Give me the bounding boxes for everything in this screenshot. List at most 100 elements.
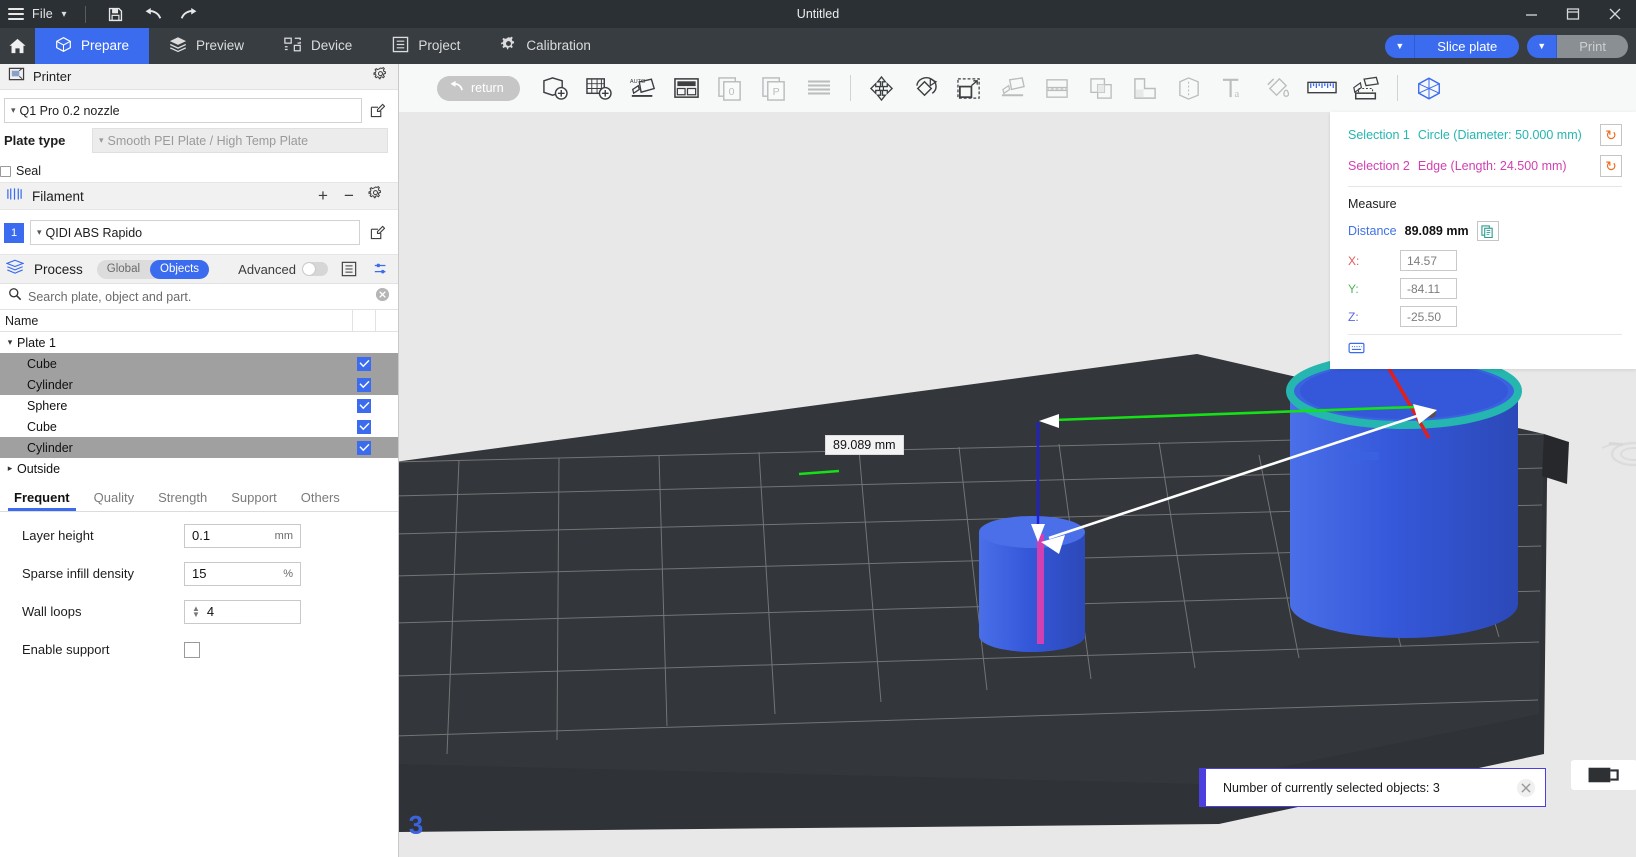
axis-z-row: Z: -25.50 (1348, 306, 1622, 327)
tree-row-cube-2[interactable]: Cube (0, 416, 398, 437)
copy-icon[interactable] (1477, 221, 1499, 241)
selection-1-value: Circle (Diameter: 50.000 mm) (1418, 128, 1582, 142)
tab-preview[interactable]: Preview (149, 28, 264, 64)
slice-plate-button[interactable]: ▼ Slice plate (1385, 35, 1519, 58)
axis-y-value[interactable]: -84.11 (1400, 278, 1457, 299)
close-icon[interactable] (1594, 0, 1636, 28)
seal-checkbox[interactable] (0, 166, 11, 177)
filament-select[interactable]: ▾ QIDI ABS Rapido (30, 220, 360, 245)
auto-arrange-icon[interactable]: AUTO (622, 65, 664, 111)
tab-frequent[interactable]: Frequent (2, 490, 82, 511)
3d-viewport[interactable]: 3 (399, 64, 1636, 857)
filament-index[interactable]: 1 (4, 223, 24, 243)
tab-calibration[interactable]: Calibration (480, 28, 611, 64)
measure-icon[interactable] (1301, 65, 1343, 111)
gear-icon[interactable] (362, 186, 388, 206)
slice-plate-label[interactable]: Slice plate (1415, 35, 1519, 58)
view-arrow-icon[interactable] (1343, 444, 1383, 468)
rotate-icon[interactable] (905, 65, 947, 111)
simplify-icon[interactable] (1408, 65, 1450, 111)
segment-global[interactable]: Global (97, 260, 150, 279)
tab-strength[interactable]: Strength (146, 490, 219, 511)
chevron-down-icon[interactable]: ▾ (56, 9, 72, 20)
add-plate-icon[interactable] (578, 65, 620, 111)
tab-label: Prepare (81, 39, 129, 53)
sparse-infill-input[interactable]: 15 % (184, 562, 301, 586)
keyboard-icon[interactable] (1348, 341, 1365, 358)
gear-icon[interactable] (373, 67, 388, 87)
search-input[interactable]: Search plate, object and part. (28, 290, 369, 304)
layout-icon[interactable] (666, 65, 708, 111)
axis-x-label: X: (1348, 254, 1400, 268)
toast-close-icon[interactable] (1507, 778, 1545, 798)
save-icon[interactable] (99, 0, 133, 28)
printer-model-select[interactable]: ▾ Q1 Pro 0.2 nozzle (4, 98, 362, 123)
tree-label: Cylinder (3, 441, 357, 455)
assembly-icon[interactable] (1345, 65, 1387, 111)
tree-row-sphere[interactable]: Sphere (0, 395, 398, 416)
hamburger-icon[interactable] (8, 8, 24, 20)
file-menu-label[interactable]: File (32, 7, 53, 21)
clear-circle-icon[interactable] (375, 287, 390, 307)
tab-support[interactable]: Support (219, 490, 289, 511)
visibility-check-icon[interactable] (357, 378, 371, 392)
stepper-arrows-icon[interactable]: ▲▼ (192, 606, 200, 618)
advanced-toggle[interactable] (302, 262, 328, 276)
plate-type-select[interactable]: ▾ Smooth PEI Plate / High Temp Plate (92, 128, 388, 153)
return-button[interactable]: return (437, 76, 520, 101)
print-button[interactable]: ▼ Print (1527, 35, 1628, 58)
edit-printer-icon[interactable] (366, 100, 388, 122)
maximize-icon[interactable] (1552, 0, 1594, 28)
viewport-bottom-buttons (1571, 760, 1636, 790)
slice-dropdown-caret[interactable]: ▼ (1385, 35, 1415, 58)
tree-row-cube-1[interactable]: Cube (0, 353, 398, 374)
qidi-logo (1602, 443, 1636, 465)
visibility-check-icon[interactable] (357, 420, 371, 434)
filament-section-header: Filament + − (0, 182, 398, 210)
settings-sliders-icon[interactable] (370, 258, 392, 280)
tab-others[interactable]: Others (289, 490, 352, 511)
tree-row-outside[interactable]: ▸ Outside (0, 458, 398, 479)
view-cube-icon[interactable] (1571, 760, 1636, 790)
list-view-icon[interactable] (338, 258, 360, 280)
tree-row-cylinder-2[interactable]: Cylinder (0, 437, 398, 458)
tab-project[interactable]: Project (372, 28, 480, 64)
axis-z-value[interactable]: -25.50 (1400, 306, 1457, 327)
object-search-bar[interactable]: Search plate, object and part. (0, 284, 398, 310)
tree-row-plate[interactable]: ▾ Plate 1 (0, 332, 398, 353)
enable-support-checkbox[interactable] (184, 642, 200, 658)
home-icon[interactable] (0, 28, 35, 64)
edit-filament-icon[interactable] (366, 222, 388, 244)
axis-y-label: Y: (1348, 282, 1400, 296)
process-scope-segmented[interactable]: Global Objects (97, 260, 209, 279)
reset-selection-1-button[interactable]: ↻ (1600, 124, 1622, 146)
notification-toast: Number of currently selected objects: 3 (1199, 768, 1546, 807)
axis-y-row: Y: -84.11 (1348, 278, 1622, 299)
add-filament-button[interactable]: + (310, 186, 336, 206)
visibility-check-icon[interactable] (357, 441, 371, 455)
layer-height-input[interactable]: 0.1 mm (184, 524, 301, 548)
param-value: 15 (192, 566, 206, 581)
print-dropdown-caret[interactable]: ▼ (1527, 35, 1557, 58)
reset-selection-2-button[interactable]: ↻ (1600, 155, 1622, 177)
wall-loops-stepper[interactable]: ▲▼ 4 (184, 600, 301, 624)
move-icon[interactable] (861, 65, 903, 111)
visibility-check-icon[interactable] (357, 357, 371, 371)
tab-quality[interactable]: Quality (82, 490, 146, 511)
undo-icon[interactable] (136, 0, 170, 28)
plate-front-logo: 3 (408, 810, 424, 840)
minimize-icon[interactable] (1510, 0, 1552, 28)
scale-icon[interactable] (949, 65, 991, 111)
axis-x-value[interactable]: 14.57 (1400, 250, 1457, 271)
segment-objects[interactable]: Objects (150, 260, 209, 279)
visibility-check-icon[interactable] (357, 399, 371, 413)
tree-row-cylinder-1[interactable]: Cylinder (0, 374, 398, 395)
filament-name: QIDI ABS Rapido (46, 226, 143, 240)
chevron-down-icon[interactable]: ▾ (3, 337, 17, 348)
remove-filament-button[interactable]: − (336, 186, 362, 206)
chevron-right-icon[interactable]: ▸ (3, 463, 17, 474)
tab-prepare[interactable]: Prepare (35, 28, 149, 64)
redo-icon[interactable] (173, 0, 207, 28)
tab-device[interactable]: Device (264, 28, 372, 64)
add-object-icon[interactable] (534, 65, 576, 111)
